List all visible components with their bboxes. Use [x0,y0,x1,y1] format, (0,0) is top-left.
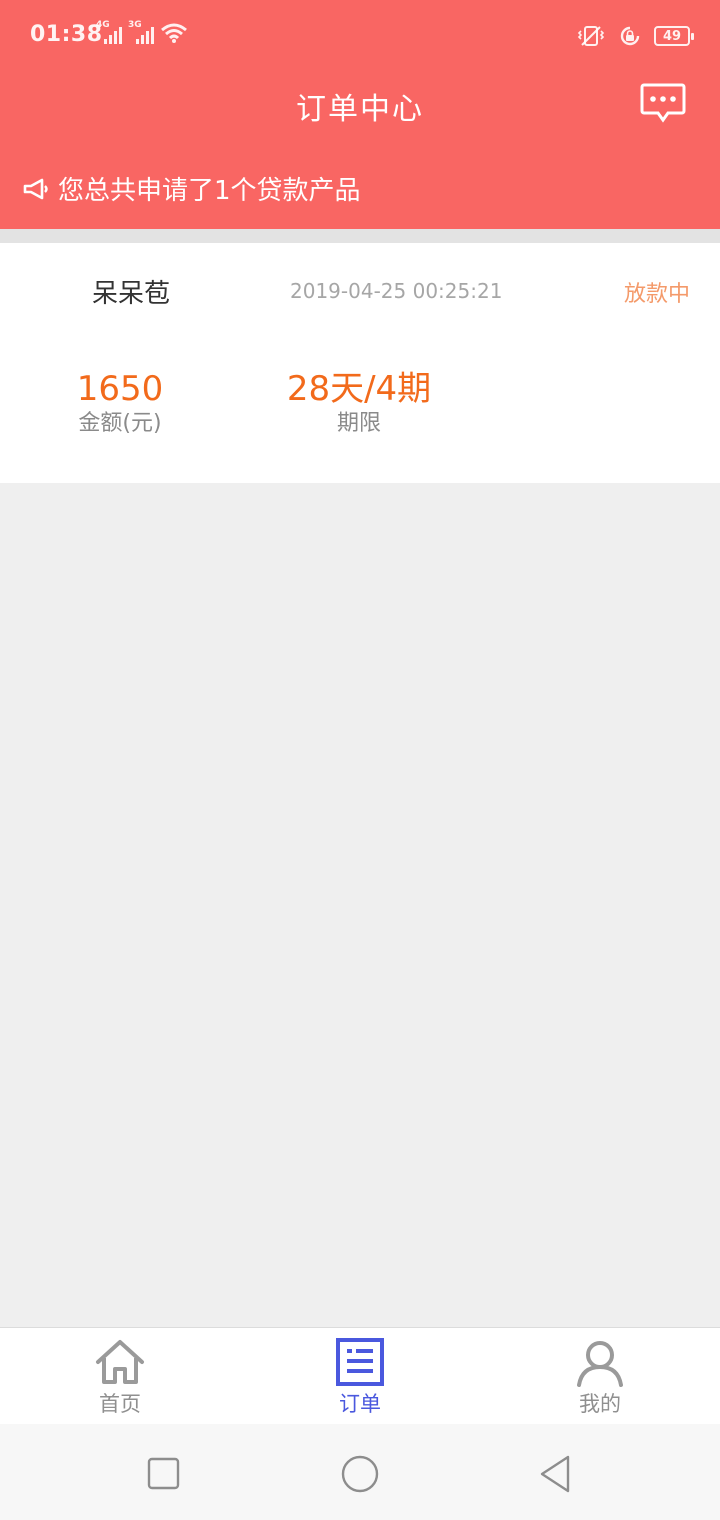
system-nav-bar [0,1424,720,1520]
home-nav-button[interactable] [338,1452,382,1496]
order-list-icon [336,1338,384,1386]
term-metric: 28天/4期 期限 [259,369,459,439]
wifi-icon [161,23,187,43]
triangle-back-icon [540,1455,570,1493]
bottom-tab-bar: 首页 订单 我的 [0,1327,720,1424]
term-label: 期限 [336,411,381,436]
order-status: 放款中 [623,282,690,307]
message-button[interactable] [640,82,686,124]
battery-icon: 49 [654,26,694,46]
tab-mine[interactable]: 我的 [480,1328,720,1425]
signal-icon: 3G [128,20,154,44]
page-title: 订单中心 [296,92,424,127]
divider [0,229,720,243]
status-network-icons: 4G 3G [96,20,188,44]
status-time: 01:38 [30,22,103,47]
amount-metric: 1650 金额(元) [20,369,220,439]
header: 01:38 4G 3G 49 订单中心 您总共申请了1个贷款产品 [0,0,720,229]
order-time: 2019-04-25 00:25:21 [290,279,503,303]
notice-text: 您总共申请了1个贷款产品 [58,176,361,206]
user-icon [577,1341,623,1387]
chat-bubble-icon [640,83,686,123]
signal-icon: 4G [96,20,122,44]
back-nav-button[interactable] [534,1452,578,1496]
circle-icon [341,1455,379,1493]
status-right-icons: 49 [576,24,694,48]
vibrate-icon [577,26,605,46]
status-bar: 01:38 4G 3G 49 [0,0,720,72]
tab-orders[interactable]: 订单 [240,1328,480,1425]
order-card[interactable]: 呆呆苞 2019-04-25 00:25:21 放款中 1650 金额(元) 2… [0,243,720,483]
tab-home[interactable]: 首页 [0,1328,240,1425]
recent-apps-button[interactable] [142,1452,186,1496]
home-icon [96,1340,144,1384]
rotation-lock-icon [620,26,640,46]
notice-bar: 您总共申请了1个贷款产品 [22,170,361,207]
tab-home-label: 首页 [99,1392,141,1416]
square-icon [147,1457,180,1490]
amount-label: 金额(元) [78,411,162,436]
megaphone-icon [23,178,48,199]
tab-mine-label: 我的 [579,1392,621,1416]
product-name: 呆呆苞 [92,279,171,309]
tab-orders-label: 订单 [339,1392,381,1416]
term-value: 28天/4期 [286,369,432,409]
amount-value: 1650 [76,369,164,409]
